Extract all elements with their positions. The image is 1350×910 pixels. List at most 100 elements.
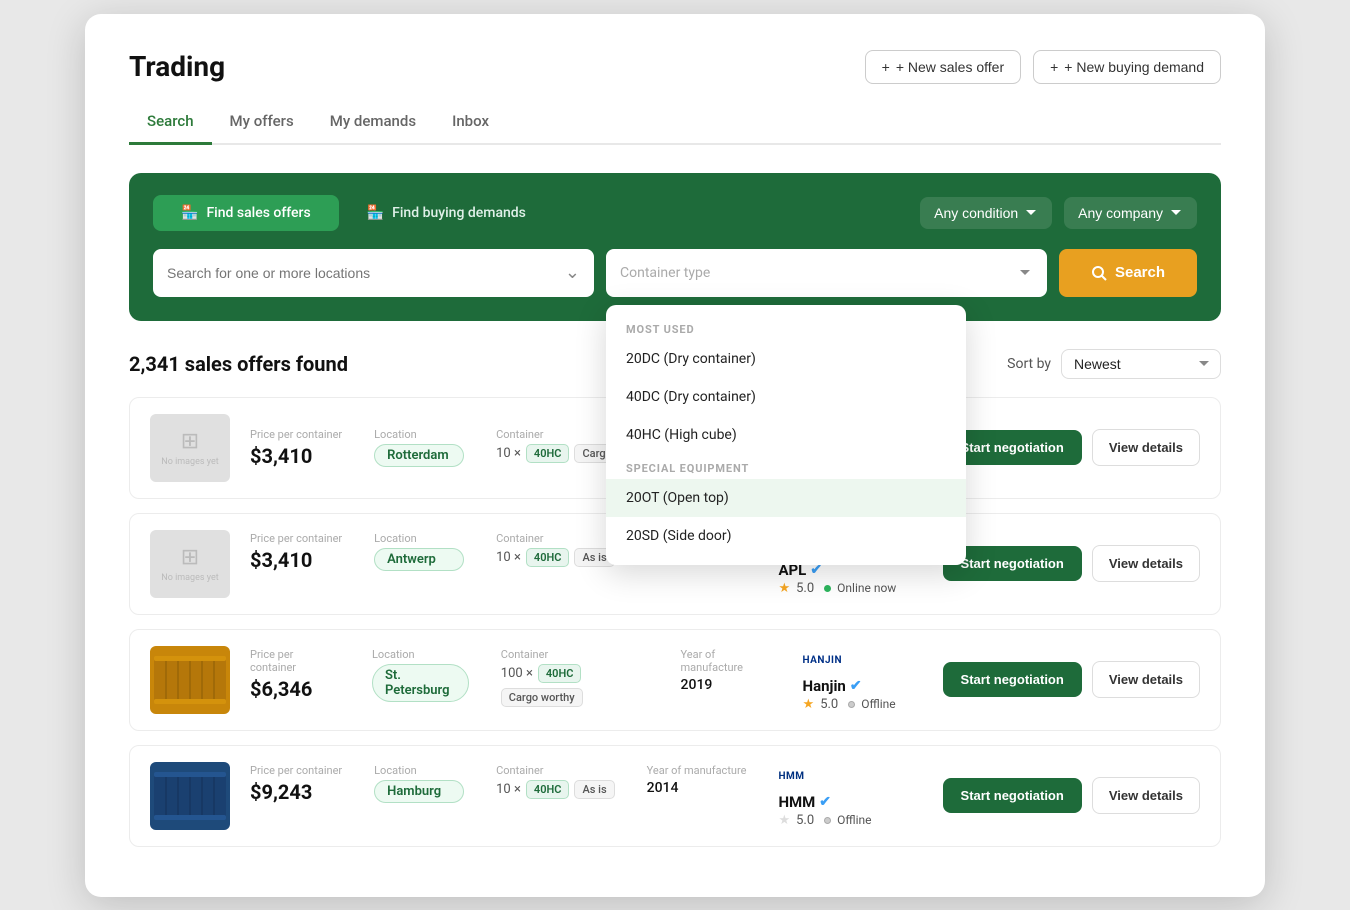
dropdown-item-20ot[interactable]: 20OT (Open top) bbox=[606, 479, 966, 517]
location-badge: St. Petersburg bbox=[372, 664, 469, 702]
dropdown-item-40hc[interactable]: 40HC (High cube) bbox=[606, 416, 966, 454]
star-icon: ★ bbox=[778, 581, 790, 596]
company-info: HANJIN Hanjin ✔ ★ 5.0 Offline bbox=[803, 648, 923, 712]
company-name-text: Hanjin bbox=[803, 677, 846, 695]
price-label: Price per container bbox=[250, 428, 342, 441]
container-qty: 10 × bbox=[496, 782, 521, 797]
new-buying-demand-button[interactable]: + + New buying demand bbox=[1033, 50, 1221, 84]
any-condition-dropdown[interactable]: Any condition bbox=[920, 197, 1052, 229]
sort-wrap: Sort by Newest Price: Low to High Price:… bbox=[1007, 349, 1221, 379]
tab-my-offers[interactable]: My offers bbox=[212, 102, 312, 145]
dropdown-item-40dc[interactable]: 40DC (Dry container) bbox=[606, 378, 966, 416]
no-image-text: No images yet bbox=[161, 457, 218, 467]
rating-row: ★ 5.0 Offline bbox=[778, 813, 871, 828]
price-value: $3,410 bbox=[250, 548, 342, 572]
container-group: Container 10 × 40HC As is bbox=[496, 764, 615, 799]
company-logo: HANJIN bbox=[803, 648, 853, 674]
listing-actions: Start negotiation View details bbox=[943, 429, 1200, 466]
container-type-tag: 40HC bbox=[538, 664, 582, 683]
location-label: Location bbox=[374, 428, 464, 441]
view-details-button[interactable]: View details bbox=[1092, 661, 1200, 698]
price-label: Price per container bbox=[250, 532, 342, 545]
price-label: Price per container bbox=[250, 764, 342, 777]
container-qty: 10 × bbox=[496, 446, 521, 461]
container-group: Container 10 × 40HC As is bbox=[496, 532, 615, 567]
start-negotiation-button[interactable]: Start negotiation bbox=[943, 778, 1082, 813]
offline-status-dot bbox=[824, 817, 831, 824]
listing-info: Price per container $6,346 Location St. … bbox=[250, 648, 923, 712]
new-sales-offer-button[interactable]: + + New sales offer bbox=[865, 50, 1021, 84]
find-sales-offers-tab[interactable]: 🏪 Find sales offers bbox=[153, 195, 339, 231]
chevron-down-icon bbox=[1169, 206, 1183, 220]
dropdown-section-most-used-label: MOST USED bbox=[606, 315, 966, 340]
container-tags: 10 × 40HC As is bbox=[496, 780, 615, 799]
listing-card: Price per container $9,243 Location Hamb… bbox=[129, 745, 1221, 847]
location-group: Location St. Petersburg bbox=[372, 648, 469, 702]
price-group: Price per container $9,243 bbox=[250, 764, 342, 804]
listing-actions: Start negotiation View details bbox=[943, 661, 1200, 698]
listing-image: ⊞ No images yet bbox=[150, 530, 230, 598]
container-label: Container bbox=[496, 764, 615, 777]
container-label: Container bbox=[496, 532, 615, 545]
listing-image bbox=[150, 646, 230, 714]
listing-info: Price per container $9,243 Location Hamb… bbox=[250, 764, 923, 828]
location-search-input[interactable] bbox=[167, 265, 565, 281]
container-qty: 100 × bbox=[501, 666, 533, 681]
verified-icon: ✔ bbox=[819, 794, 831, 810]
container-group: Container 100 × 40HC Cargo worthy bbox=[501, 648, 649, 707]
dropdown-item-20sd[interactable]: 20SD (Side door) bbox=[606, 517, 966, 555]
price-label: Price per container bbox=[250, 648, 340, 674]
header: Trading + + New sales offer + + New buyi… bbox=[129, 50, 1221, 84]
container-type-dropdown-menu: MOST USED 20DC (Dry container) 40DC (Dry… bbox=[606, 305, 966, 565]
store-icon: 🏪 bbox=[181, 205, 198, 221]
any-company-dropdown[interactable]: Any company bbox=[1064, 197, 1197, 229]
view-details-button[interactable]: View details bbox=[1092, 545, 1200, 582]
tab-inbox[interactable]: Inbox bbox=[434, 102, 507, 145]
tab-my-demands[interactable]: My demands bbox=[312, 102, 434, 145]
rating-row: ★ 5.0 Online now bbox=[778, 581, 896, 596]
online-status-dot bbox=[824, 585, 831, 592]
image-placeholder-icon: ⊞ bbox=[181, 429, 199, 454]
container-type-dropdown[interactable]: Container type MOST USED 20DC (Dry conta… bbox=[606, 249, 1047, 297]
container-condition-tag: As is bbox=[574, 780, 614, 799]
location-label: Location bbox=[374, 764, 464, 777]
dropdown-section-special-label: SPECIAL EQUIPMENT bbox=[606, 454, 966, 479]
location-group: Location Hamburg bbox=[374, 764, 464, 803]
location-group: Location Rotterdam bbox=[374, 428, 464, 467]
location-badge: Antwerp bbox=[374, 548, 464, 571]
year-group: Year of manufacture 2019 bbox=[681, 648, 771, 693]
tab-search[interactable]: Search bbox=[129, 102, 212, 145]
chevron-down-icon: ⌄ bbox=[565, 262, 580, 283]
container-condition-tag: Cargo worthy bbox=[501, 688, 583, 707]
main-window: Trading + + New sales offer + + New buyi… bbox=[85, 14, 1265, 897]
online-status-text: Online now bbox=[837, 581, 896, 595]
no-image-placeholder: ⊞ No images yet bbox=[150, 414, 230, 482]
search-panel-top: 🏪 Find sales offers 🏪 Find buying demand… bbox=[153, 195, 1197, 231]
hmm-logo: HMM bbox=[778, 771, 804, 782]
offline-status-text: Offline bbox=[837, 813, 871, 827]
plus-icon: + bbox=[882, 59, 890, 75]
hanjin-logo: HANJIN bbox=[803, 655, 843, 666]
year-group: Year of manufacture 2014 bbox=[647, 764, 747, 796]
container-image-svg bbox=[150, 762, 230, 830]
view-details-button[interactable]: View details bbox=[1092, 429, 1200, 466]
offline-status-dot bbox=[848, 701, 855, 708]
chevron-down-icon bbox=[1024, 206, 1038, 220]
sort-by-label: Sort by bbox=[1007, 356, 1051, 372]
container-label: Container bbox=[501, 648, 649, 661]
search-panel: 🏪 Find sales offers 🏪 Find buying demand… bbox=[129, 173, 1221, 321]
find-buying-demands-tab[interactable]: 🏪 Find buying demands bbox=[339, 195, 554, 231]
price-group: Price per container $3,410 bbox=[250, 532, 342, 572]
view-details-button[interactable]: View details bbox=[1092, 777, 1200, 814]
image-placeholder-icon: ⊞ bbox=[181, 545, 199, 570]
search-button[interactable]: Search bbox=[1059, 249, 1197, 297]
company-name: HMM ✔ bbox=[778, 793, 831, 811]
dropdown-item-20dc[interactable]: 20DC (Dry container) bbox=[606, 340, 966, 378]
start-negotiation-button[interactable]: Start negotiation bbox=[943, 662, 1082, 697]
listing-card: Price per container $6,346 Location St. … bbox=[129, 629, 1221, 731]
sort-select[interactable]: Newest Price: Low to High Price: High to… bbox=[1061, 349, 1221, 379]
panel-conditions: Any condition Any company bbox=[920, 197, 1197, 229]
location-label: Location bbox=[372, 648, 469, 661]
price-value: $6,346 bbox=[250, 677, 340, 701]
container-image-svg bbox=[150, 646, 230, 714]
